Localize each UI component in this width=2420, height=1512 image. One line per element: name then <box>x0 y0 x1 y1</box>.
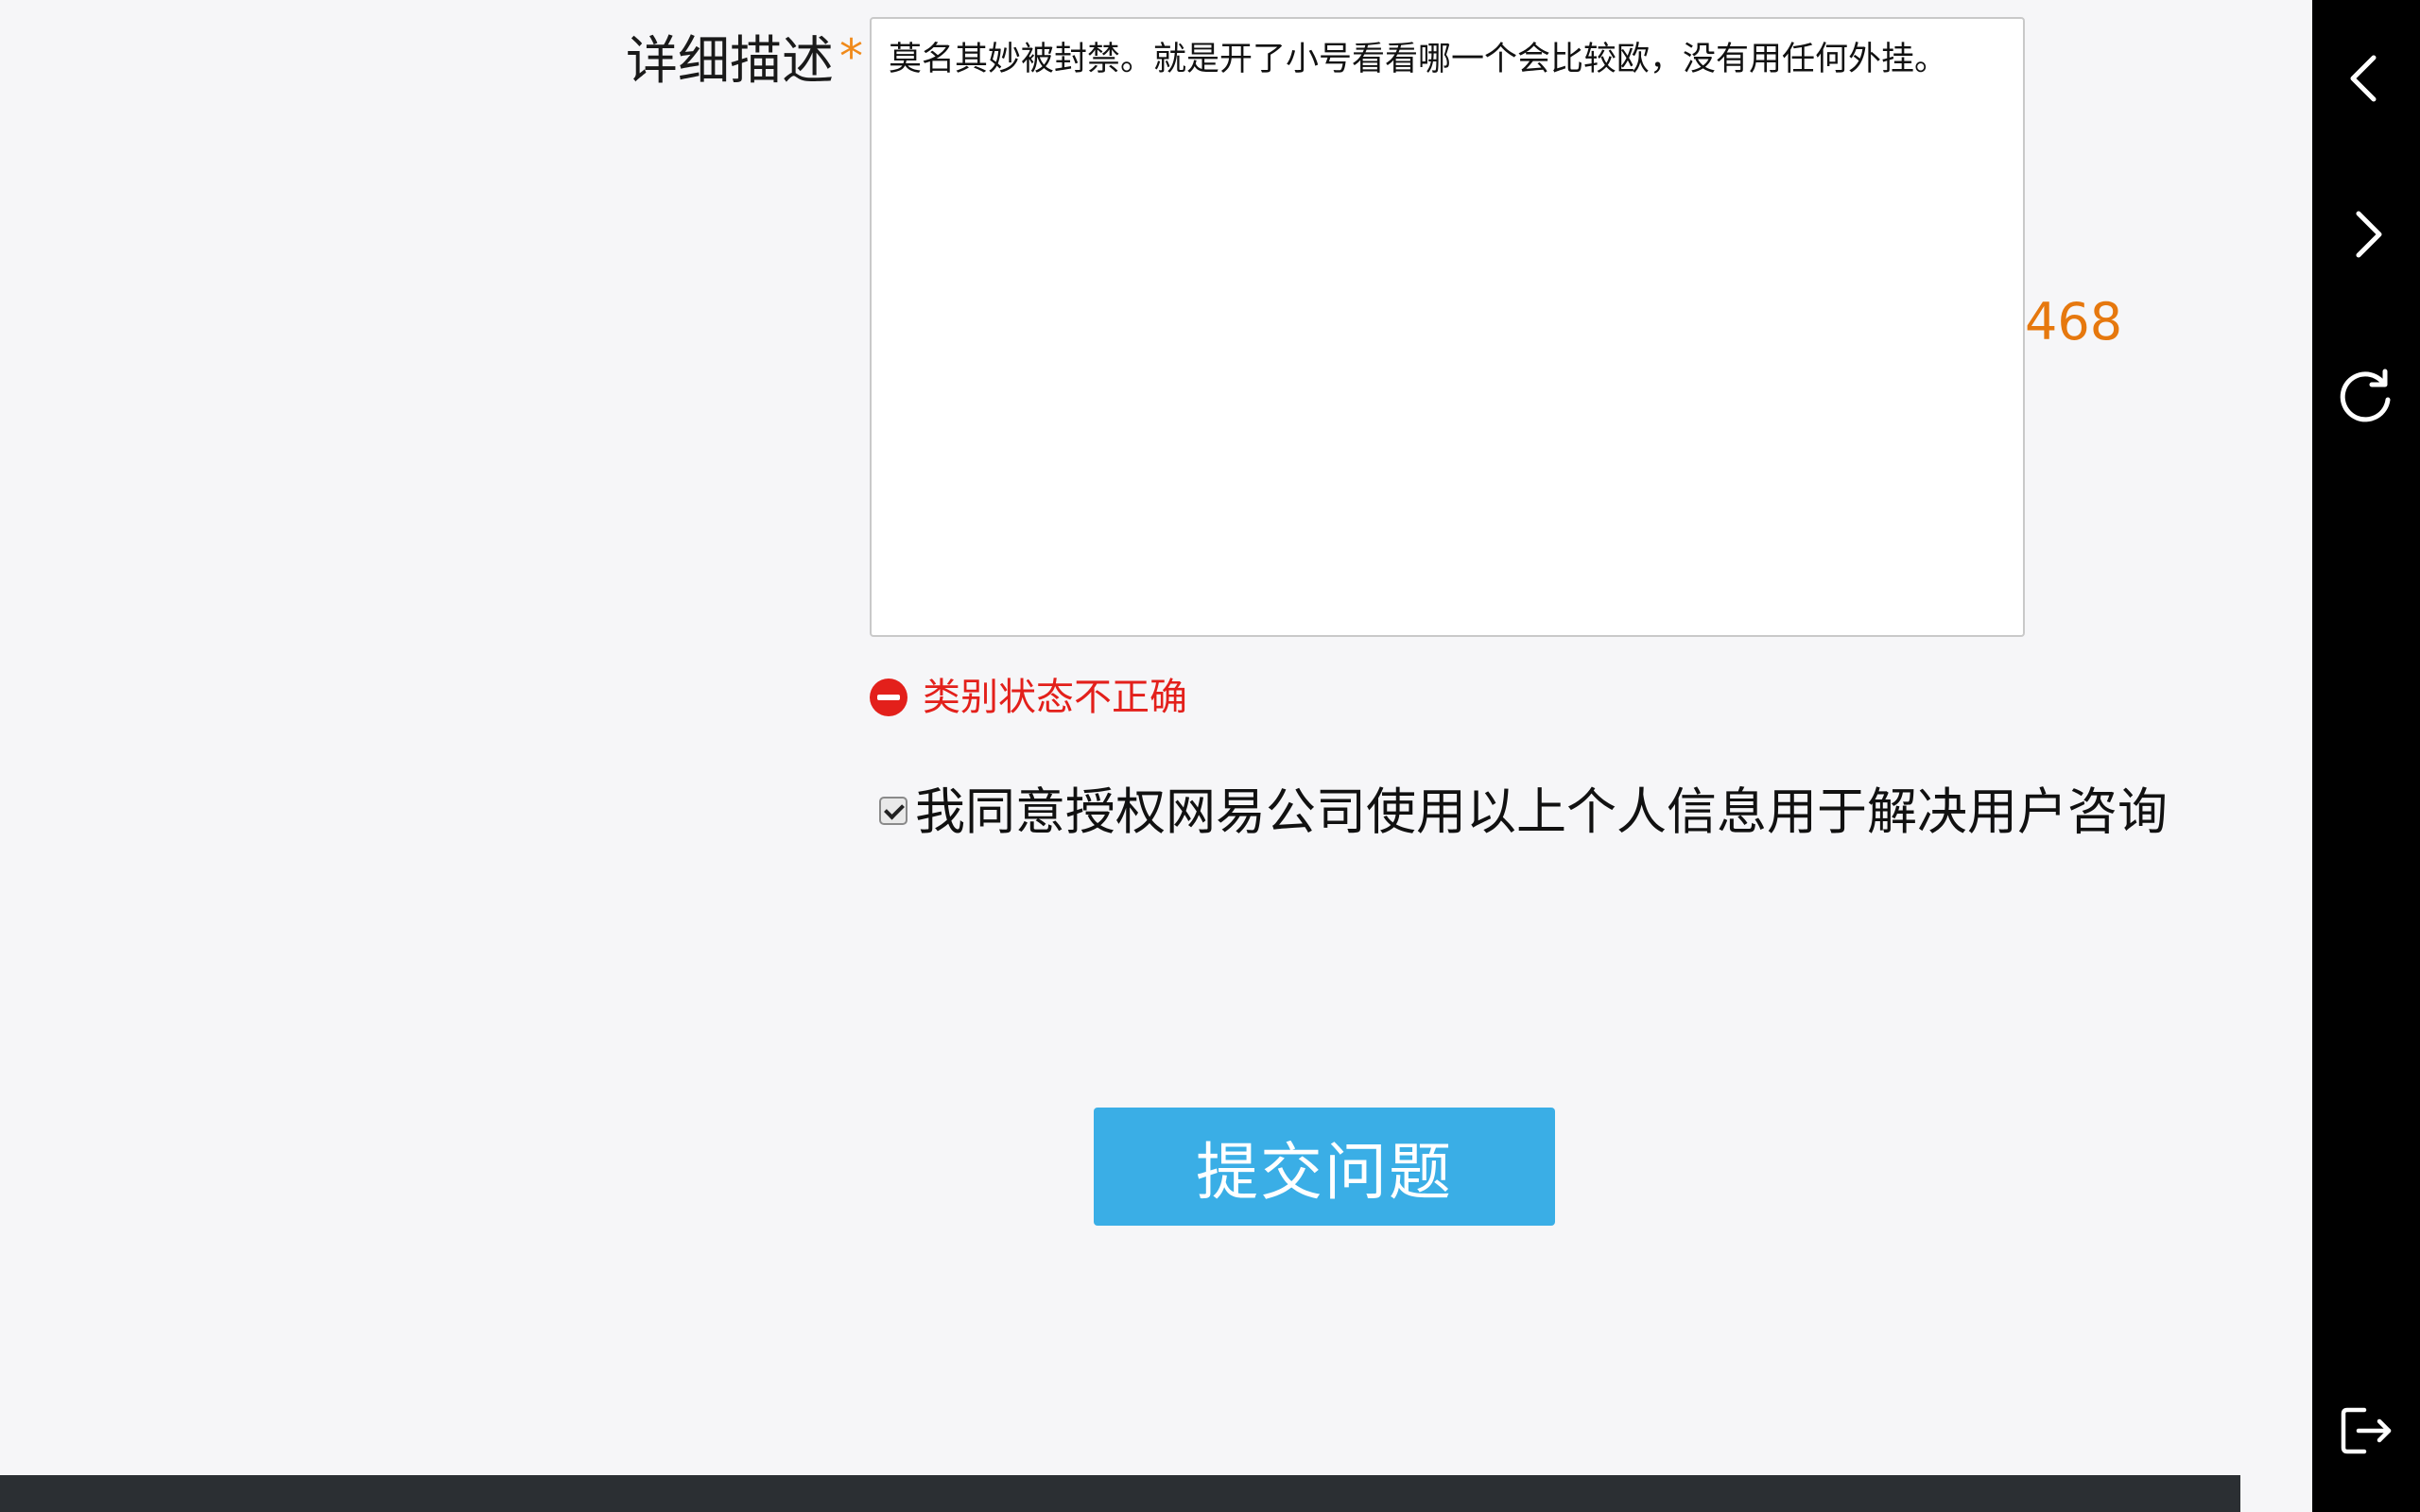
refresh-icon <box>2340 369 2391 422</box>
chevron-left-icon <box>2350 55 2377 102</box>
description-textarea[interactable]: 莫名其妙被封禁。就是开了小号看看哪一个会比较欧，没有用任何外挂。 <box>870 17 2025 637</box>
error-message-row: 类别状态不正确 <box>870 669 1187 726</box>
description-label: 详细描述 <box>626 30 835 91</box>
error-message: 类别状态不正确 <box>923 676 1187 719</box>
exit-button[interactable] <box>2312 1379 2420 1483</box>
consent-row: 我同意授权网易公司使用以上个人信息用于解决用户咨询 <box>870 767 2174 857</box>
forward-button[interactable] <box>2312 182 2420 286</box>
feedback-form-page: 详细描述 * 莫名其妙被封禁。就是开了小号看看哪一个会比较欧，没有用任何外挂。 … <box>0 0 2240 1512</box>
back-button[interactable] <box>2312 26 2420 130</box>
consent-checkbox[interactable] <box>879 797 908 826</box>
error-icon <box>870 679 908 716</box>
chevron-right-icon <box>2356 211 2382 258</box>
submit-button[interactable]: 提交问题 <box>1094 1108 1555 1226</box>
consent-label: 我同意授权网易公司使用以上个人信息用于解决用户咨询 <box>915 783 2168 841</box>
required-mark: * <box>839 29 863 84</box>
footer-bar <box>0 1475 2240 1512</box>
char-counter: 468 <box>2025 292 2123 352</box>
exit-icon <box>2341 1407 2392 1454</box>
side-rail <box>2312 0 2420 1512</box>
refresh-button[interactable] <box>2312 342 2420 446</box>
